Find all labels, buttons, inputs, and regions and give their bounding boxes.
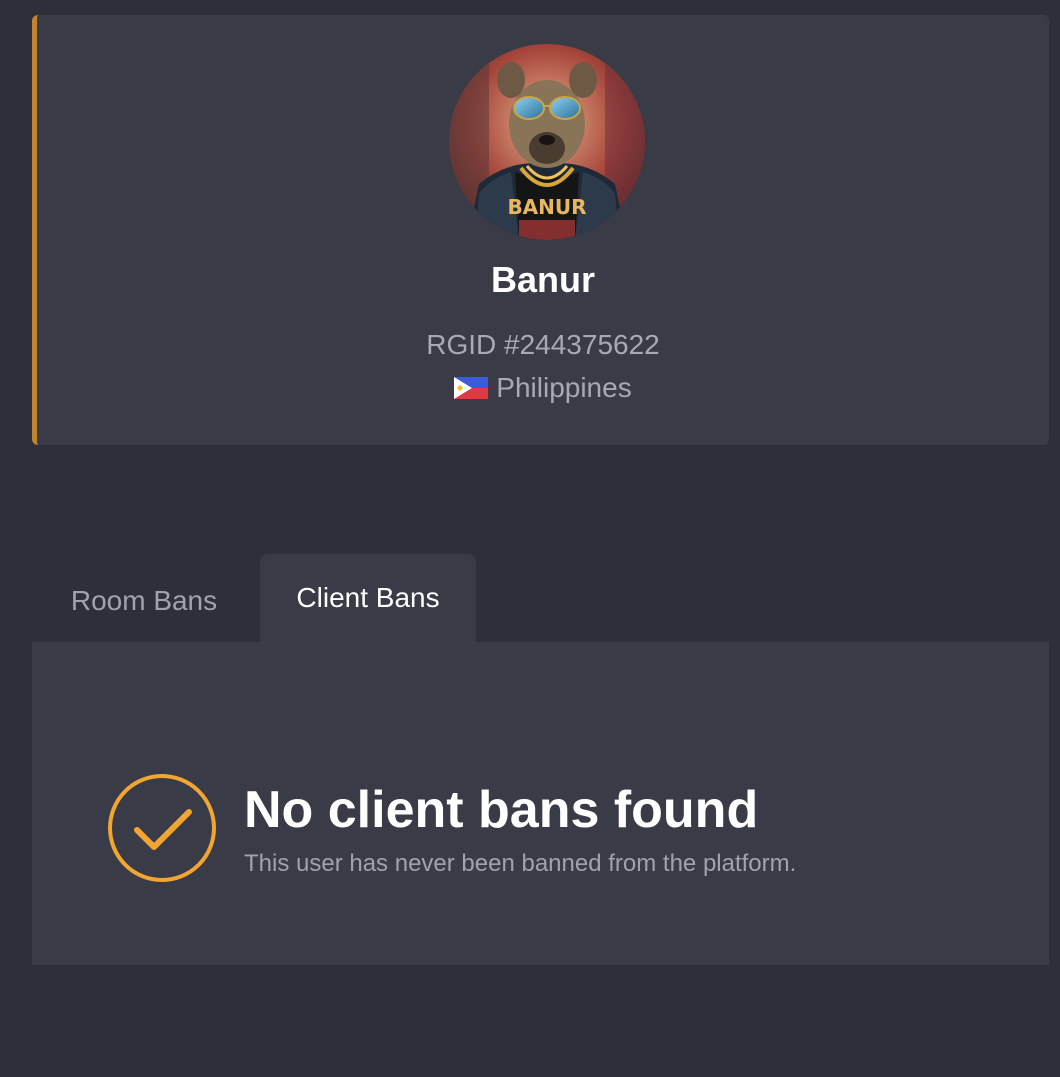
tab-room-bans[interactable]: Room Bans <box>32 554 256 642</box>
username: Banur <box>490 259 595 300</box>
user-profile-page: BANUR Banur RGID #244375622 Philippines … <box>0 0 1060 1077</box>
profile-card: BANUR Banur RGID #244375622 Philippines <box>32 15 1049 445</box>
user-rgid: RGID #244375622 <box>426 329 660 360</box>
avatar[interactable]: BANUR <box>449 44 645 240</box>
svg-text:BANUR: BANUR <box>507 195 586 219</box>
country-row: Philippines <box>37 372 1049 404</box>
user-country: Philippines <box>496 372 632 403</box>
check-circle-icon <box>107 773 217 883</box>
philippines-flag-icon <box>454 377 489 399</box>
tab-client-bans[interactable]: Client Bans <box>260 554 476 642</box>
empty-state-subtitle: This user has never been banned from the… <box>244 850 797 877</box>
empty-state-title: No client bans found <box>244 781 759 839</box>
client-bans-panel: No client bans found This user has never… <box>32 642 1049 965</box>
